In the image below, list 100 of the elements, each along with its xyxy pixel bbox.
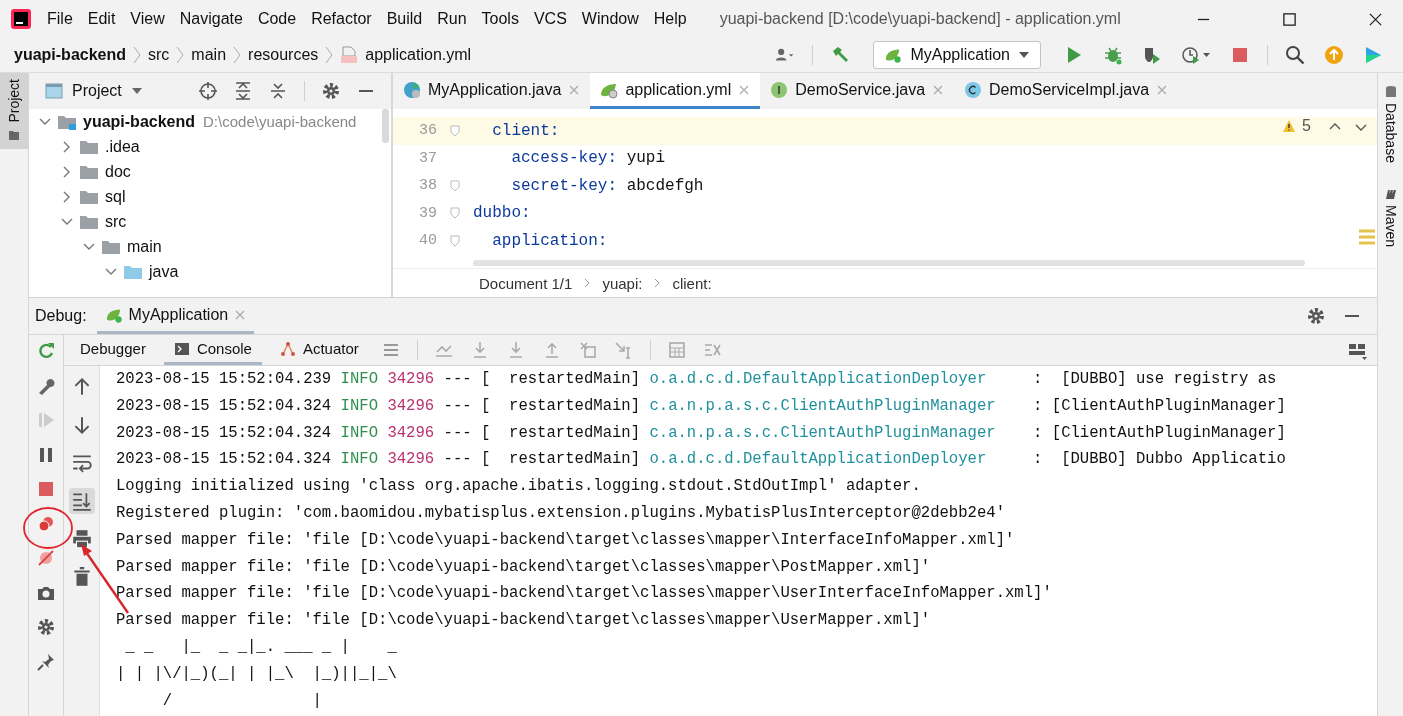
locate-icon[interactable] <box>198 81 218 101</box>
tool-window-tab[interactable]: Database <box>1378 73 1403 175</box>
console-line: Parsed mapper file: 'file [D:\code\yuapi-backend\target\classes\mapper\UserInterfaceInfoMapper.xml]' <box>116 583 1053 605</box>
menu-item[interactable]: Code <box>257 10 297 28</box>
breadcrumb[interactable]: yuapi-backend <box>14 46 127 64</box>
debug-tab[interactable]: Debugger <box>70 335 156 365</box>
code-text: dubbo: <box>473 204 531 223</box>
console-line: 2023-08-15 15:52:04.324 INFO 34296 --- [ restartedMain] c.a.n.p.a.s.c.ClientAuthPluginManager : [ClientAuthPluginManager] <box>116 422 1287 444</box>
debug-bug-icon[interactable] <box>1103 45 1123 65</box>
menu-item[interactable]: Edit <box>87 10 116 28</box>
app-logo-icon <box>10 8 32 30</box>
fold-marker-icon[interactable] <box>450 234 460 247</box>
search-icon[interactable] <box>1285 45 1305 65</box>
session-tab[interactable]: MyApplication <box>96 298 255 334</box>
console-line: | | |\/|_)(_| | |_\ |_)||_|_\ <box>116 663 398 685</box>
stop-icon[interactable] <box>1230 45 1250 65</box>
breadcrumb[interactable]: Document 1/1 <box>479 274 573 292</box>
scrollbar-thumb[interactable] <box>382 109 389 143</box>
pin-icon[interactable] <box>36 651 56 672</box>
tree-item[interactable]: java <box>149 262 179 281</box>
hammer-icon[interactable] <box>830 45 851 65</box>
console-line: Registered plugin: 'com.baomidou.mybatisplus.extension.plugins.MybatisPlusInterceptor@2debb2e4' <box>116 503 1006 524</box>
fold-marker-icon[interactable] <box>450 207 460 220</box>
editor-tab[interactable]: MyApplication.java <box>393 73 591 109</box>
folder-icon <box>79 188 99 205</box>
menu-item[interactable]: Refactor <box>311 10 372 28</box>
console-line: Parsed mapper file: 'file [D:\code\yuapi-backend\target\classes\mapper\PostMapper.xml]' <box>116 556 932 578</box>
rerun-icon[interactable] <box>36 341 56 361</box>
warning-counter[interactable]: 5 <box>1282 117 1311 135</box>
settings-icon[interactable] <box>36 617 56 637</box>
settings-icon[interactable] <box>321 81 341 101</box>
console-line: Logging initialized using 'class org.apache.ibatis.logging.stdout.StdOutImpl' adapter. <box>116 476 922 498</box>
menu-item[interactable]: Help <box>653 10 687 28</box>
line-number: 36 <box>418 122 437 140</box>
breadcrumb[interactable]: application.yml <box>365 46 472 64</box>
collapse-all-icon[interactable] <box>268 81 288 101</box>
menu-item[interactable]: File <box>47 10 73 28</box>
breadcrumb[interactable]: resources <box>248 46 319 64</box>
panel-title: Debug: <box>35 307 87 325</box>
menu-item[interactable]: VCS <box>533 10 567 28</box>
breadcrumb[interactable]: src <box>148 46 170 64</box>
tree-item[interactable]: .idea <box>105 137 140 156</box>
breadcrumb[interactable]: main <box>191 46 227 64</box>
database-icon <box>1383 85 1398 99</box>
line-number: 37 <box>418 149 437 167</box>
breadcrumb[interactable]: client: <box>672 274 712 292</box>
menu-item[interactable]: View <box>130 10 165 28</box>
class-icon <box>964 80 983 99</box>
stop-icon[interactable] <box>36 479 56 499</box>
console-line: Parsed mapper file: 'file [D:\code\yuapi-backend\target\classes\mapper\InterfaceInfoMapper.xml]' <box>116 529 1016 551</box>
menu-item[interactable]: Window <box>581 10 639 28</box>
debug-tab[interactable]: Actuator <box>269 335 369 365</box>
line-number: 39 <box>418 204 437 222</box>
menu-item[interactable]: Navigate <box>179 10 243 28</box>
close-icon[interactable] <box>1368 11 1383 27</box>
panel-title[interactable]: Project <box>72 82 122 100</box>
tree-item[interactable]: sql <box>105 187 126 206</box>
console-line: 2023-08-15 15:52:04.324 INFO 34296 --- [ restartedMain] c.a.n.p.a.s.c.ClientAuthPluginManager : [ClientAuthPluginManager] <box>116 395 1287 417</box>
settings-icon[interactable] <box>1306 306 1326 326</box>
interface-icon <box>770 80 789 99</box>
nodes-icon <box>279 340 296 357</box>
run-configuration-dropdown[interactable]: MyApplication <box>873 41 1041 69</box>
editor-tab[interactable]: application.yml <box>590 73 761 109</box>
profiler-dropdown-icon[interactable] <box>1181 45 1211 65</box>
warning-stripe-icon <box>1359 229 1375 245</box>
editor-tab[interactable]: DemoService.java <box>760 73 955 109</box>
code-text: access-key: yupi <box>510 149 666 168</box>
coverage-icon[interactable] <box>1142 45 1162 65</box>
expand-all-icon[interactable] <box>233 81 253 101</box>
yml-file-icon <box>340 46 359 64</box>
chevron-icon <box>654 278 661 288</box>
project-tool-tab[interactable]: Project <box>0 73 28 149</box>
path-hint: D:\code\yuapi-backend <box>203 113 357 130</box>
editor-tab[interactable]: DemoServiceImpl.java <box>954 73 1179 109</box>
folder-icon <box>101 238 121 255</box>
module-folder-icon <box>57 113 77 130</box>
folder-icon <box>79 163 99 180</box>
menu-item[interactable]: Build <box>386 10 423 28</box>
folder-icon <box>79 213 99 230</box>
fold-marker-icon[interactable] <box>450 124 460 137</box>
maximize-icon[interactable] <box>1282 11 1297 27</box>
mute-breakpoints-icon[interactable] <box>36 548 56 568</box>
fold-marker-icon[interactable] <box>450 179 460 192</box>
chevron-icon <box>133 45 142 65</box>
toolbox-logo-icon[interactable] <box>1363 45 1383 65</box>
menu-item[interactable]: Tools <box>481 10 519 28</box>
chevron-icon <box>176 45 185 65</box>
folder-icon <box>79 138 99 155</box>
console-line: _ _ |_ _ _|_. ___ _ | _ <box>124 636 398 658</box>
tree-item[interactable]: src <box>105 212 127 231</box>
tree-item[interactable]: doc <box>105 162 131 181</box>
tree-item[interactable]: yuapi-backend <box>83 112 196 131</box>
menu-item[interactable]: Run <box>437 10 467 28</box>
tree-item[interactable]: main <box>127 237 162 256</box>
line-number: 38 <box>418 177 437 195</box>
scroll-to-end-icon[interactable] <box>68 488 95 514</box>
breadcrumb[interactable]: yuapi: <box>602 274 643 292</box>
class-run-icon <box>403 80 421 99</box>
tool-window-tab[interactable]: Maven <box>1378 174 1403 259</box>
code-text: secret-key: abcdefgh <box>510 176 704 195</box>
